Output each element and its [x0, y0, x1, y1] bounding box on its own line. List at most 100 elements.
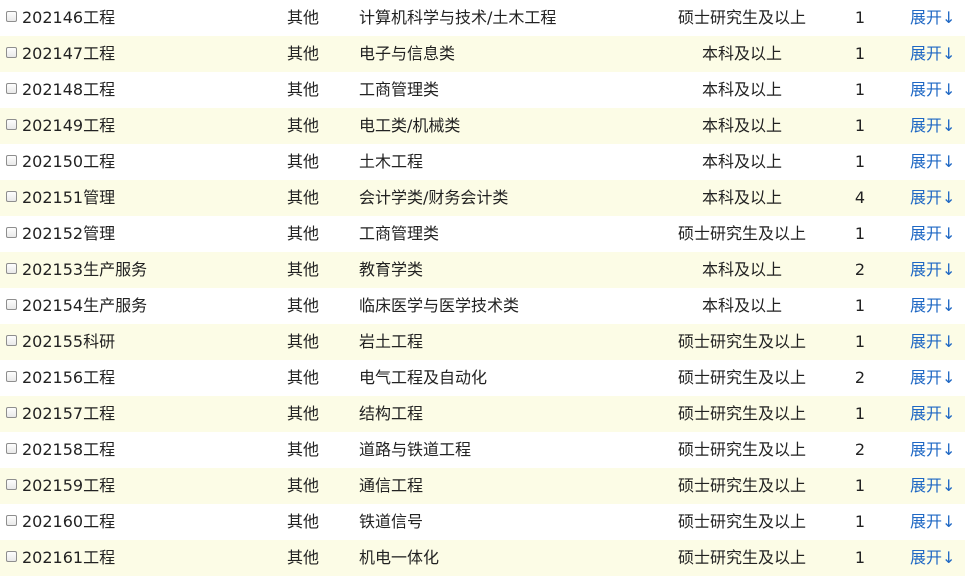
hiring-count: 2 — [854, 440, 866, 459]
row-checkbox[interactable] — [6, 407, 17, 418]
major-requirement: 岩土工程 — [359, 332, 424, 351]
row-checkbox[interactable] — [6, 299, 17, 310]
post-type: 其他 — [287, 332, 320, 351]
expand-link[interactable]: 展开↓ — [910, 432, 955, 468]
post-code: 202158工程 — [22, 440, 116, 459]
post-code: 202157工程 — [22, 404, 116, 423]
post-code: 202159工程 — [22, 476, 116, 495]
table-row: 202153生产服务 其他 教育学类 本科及以上 2 展开↓ — [0, 252, 965, 288]
table-row: 202160工程 其他 铁道信号 硕士研究生及以上 1 展开↓ — [0, 504, 965, 540]
hiring-count: 1 — [854, 224, 866, 243]
table-row: 202157工程 其他 结构工程 硕士研究生及以上 1 展开↓ — [0, 396, 965, 432]
row-checkbox[interactable] — [6, 335, 17, 346]
hiring-count: 1 — [854, 512, 866, 531]
row-checkbox[interactable] — [6, 155, 17, 166]
post-code: 202161工程 — [22, 548, 116, 567]
post-type: 其他 — [287, 440, 320, 459]
row-checkbox[interactable] — [6, 479, 17, 490]
table-row: 202158工程 其他 道路与铁道工程 硕士研究生及以上 2 展开↓ — [0, 432, 965, 468]
post-type: 其他 — [287, 188, 320, 207]
post-code: 202147工程 — [22, 44, 116, 63]
expand-link[interactable]: 展开↓ — [910, 180, 955, 216]
expand-link[interactable]: 展开↓ — [910, 144, 955, 180]
row-checkbox[interactable] — [6, 443, 17, 454]
expand-link[interactable]: 展开↓ — [910, 324, 955, 360]
major-requirement: 电工类/机械类 — [359, 116, 461, 135]
expand-link[interactable]: 展开↓ — [910, 396, 955, 432]
post-code: 202154生产服务 — [22, 296, 148, 315]
major-requirement: 会计学类/财务会计类 — [359, 188, 509, 207]
post-type: 其他 — [287, 512, 320, 531]
expand-link[interactable]: 展开↓ — [910, 288, 955, 324]
hiring-count: 1 — [854, 332, 866, 351]
row-checkbox[interactable] — [6, 227, 17, 238]
table-row: 202147工程 其他 电子与信息类 本科及以上 1 展开↓ — [0, 36, 965, 72]
row-checkbox[interactable] — [6, 515, 17, 526]
post-type: 其他 — [287, 80, 320, 99]
major-requirement: 结构工程 — [359, 404, 424, 423]
post-type: 其他 — [287, 44, 320, 63]
major-requirement: 临床医学与医学技术类 — [359, 296, 520, 315]
post-type: 其他 — [287, 404, 320, 423]
major-requirement: 电气工程及自动化 — [359, 368, 488, 387]
major-requirement: 铁道信号 — [359, 512, 424, 531]
job-table: 202146工程 其他 计算机科学与技术/土木工程 硕士研究生及以上 1 展开↓ 20214… — [0, 0, 965, 576]
post-type: 其他 — [287, 368, 320, 387]
hiring-count: 1 — [854, 296, 866, 315]
row-checkbox[interactable] — [6, 371, 17, 382]
row-checkbox[interactable] — [6, 263, 17, 274]
table-row: 202156工程 其他 电气工程及自动化 硕士研究生及以上 2 展开↓ — [0, 360, 965, 396]
table-row: 202161工程 其他 机电一体化 硕士研究生及以上 1 展开↓ — [0, 540, 965, 576]
row-checkbox[interactable] — [6, 119, 17, 130]
hiring-count: 1 — [854, 152, 866, 171]
expand-link[interactable]: 展开↓ — [910, 252, 955, 288]
expand-link[interactable]: 展开↓ — [910, 0, 955, 36]
hiring-count: 1 — [854, 44, 866, 63]
row-checkbox[interactable] — [6, 47, 17, 58]
table-row: 202150工程 其他 土木工程 本科及以上 1 展开↓ — [0, 144, 965, 180]
post-code: 202155科研 — [22, 332, 116, 351]
row-checkbox[interactable] — [6, 11, 17, 22]
expand-link[interactable]: 展开↓ — [910, 108, 955, 144]
expand-link[interactable]: 展开↓ — [910, 504, 955, 540]
expand-link[interactable]: 展开↓ — [910, 216, 955, 252]
major-requirement: 土木工程 — [359, 152, 424, 171]
expand-link[interactable]: 展开↓ — [910, 72, 955, 108]
hiring-count: 4 — [854, 188, 866, 207]
table-row: 202148工程 其他 工商管理类 本科及以上 1 展开↓ — [0, 72, 965, 108]
table-row: 202151管理 其他 会计学类/财务会计类 本科及以上 4 展开↓ — [0, 180, 965, 216]
post-type: 其他 — [287, 8, 320, 27]
expand-link[interactable]: 展开↓ — [910, 468, 955, 504]
post-type: 其他 — [287, 152, 320, 171]
major-requirement: 道路与铁道工程 — [359, 440, 472, 459]
post-code: 202152管理 — [22, 224, 116, 243]
major-requirement: 计算机科学与技术/土木工程 — [359, 8, 557, 27]
table-row: 202152管理 其他 工商管理类 硕士研究生及以上 1 展开↓ — [0, 216, 965, 252]
row-checkbox[interactable] — [6, 551, 17, 562]
expand-link[interactable]: 展开↓ — [910, 36, 955, 72]
hiring-count: 1 — [854, 80, 866, 99]
table-row: 202146工程 其他 计算机科学与技术/土木工程 硕士研究生及以上 1 展开↓ — [0, 0, 965, 36]
row-checkbox[interactable] — [6, 83, 17, 94]
hiring-count: 1 — [854, 476, 866, 495]
hiring-count: 2 — [854, 368, 866, 387]
expand-link[interactable]: 展开↓ — [910, 360, 955, 396]
post-code: 202156工程 — [22, 368, 116, 387]
table-row: 202159工程 其他 通信工程 硕士研究生及以上 1 展开↓ — [0, 468, 965, 504]
row-checkbox[interactable] — [6, 191, 17, 202]
post-code: 202151管理 — [22, 188, 116, 207]
major-requirement: 电子与信息类 — [359, 44, 456, 63]
major-requirement: 工商管理类 — [359, 80, 440, 99]
post-type: 其他 — [287, 224, 320, 243]
major-requirement: 工商管理类 — [359, 224, 440, 243]
table-row: 202149工程 其他 电工类/机械类 本科及以上 1 展开↓ — [0, 108, 965, 144]
post-code: 202160工程 — [22, 512, 116, 531]
major-requirement: 机电一体化 — [359, 548, 440, 567]
post-type: 其他 — [287, 116, 320, 135]
expand-link[interactable]: 展开↓ — [910, 540, 955, 576]
major-requirement: 通信工程 — [359, 476, 424, 495]
post-type: 其他 — [287, 476, 320, 495]
hiring-count: 1 — [854, 404, 866, 423]
table-row: 202154生产服务 其他 临床医学与医学技术类 本科及以上 1 展开↓ — [0, 288, 965, 324]
post-code: 202148工程 — [22, 80, 116, 99]
